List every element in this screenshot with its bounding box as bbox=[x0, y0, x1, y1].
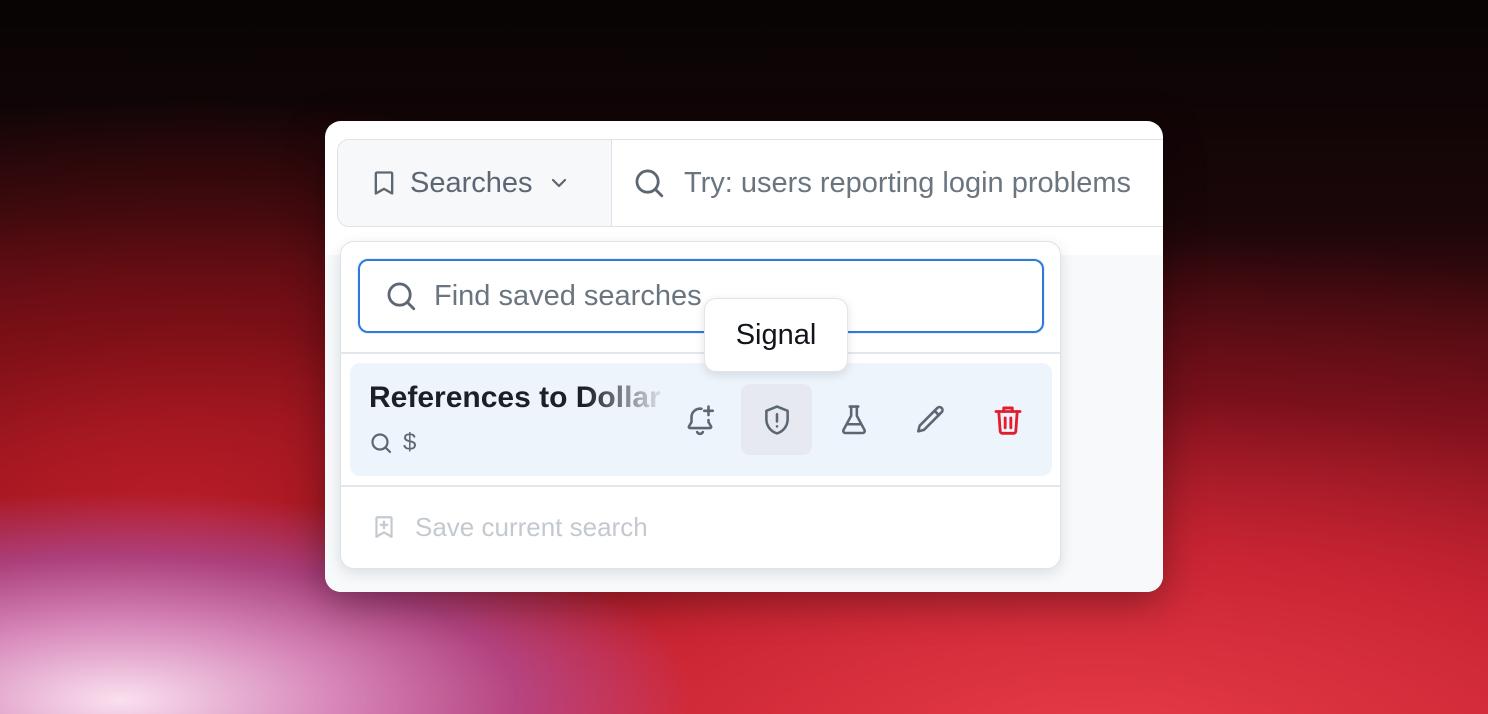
save-current-search-label: Save current search bbox=[415, 511, 648, 542]
search-icon bbox=[369, 431, 393, 455]
bell-plus-icon bbox=[683, 403, 717, 437]
bookmark-icon bbox=[370, 167, 398, 199]
chevron-down-icon bbox=[547, 171, 571, 195]
saved-searches-dropdown: References to Dollar $ bbox=[340, 241, 1061, 569]
main-search bbox=[612, 140, 1163, 226]
search-icon bbox=[632, 166, 666, 200]
main-search-input[interactable] bbox=[684, 166, 1163, 200]
saved-search-title: References to Dollar bbox=[369, 381, 661, 414]
search-icon bbox=[384, 279, 418, 313]
searches-label: Searches bbox=[410, 166, 533, 199]
create-signal-button[interactable] bbox=[741, 384, 812, 455]
divider bbox=[341, 485, 1060, 487]
edit-search-button[interactable] bbox=[895, 384, 966, 455]
test-search-button[interactable] bbox=[818, 384, 889, 455]
saved-search-query: $ bbox=[369, 429, 416, 457]
saved-search-query-text: $ bbox=[403, 429, 417, 456]
saved-search-actions bbox=[664, 384, 1049, 455]
bookmark-plus-icon bbox=[371, 511, 397, 543]
trash-icon bbox=[991, 403, 1025, 437]
signal-tooltip: Signal bbox=[704, 298, 848, 372]
saved-search-item[interactable]: References to Dollar $ bbox=[350, 363, 1052, 476]
pencil-icon bbox=[914, 403, 948, 437]
delete-search-button[interactable] bbox=[972, 384, 1043, 455]
divider bbox=[341, 352, 1060, 354]
search-bar: Searches bbox=[337, 139, 1163, 227]
flask-icon bbox=[837, 403, 871, 437]
searches-dropdown-button[interactable]: Searches bbox=[338, 140, 612, 226]
shield-alert-icon bbox=[760, 403, 794, 437]
create-alert-button[interactable] bbox=[664, 384, 735, 455]
save-current-search-button[interactable]: Save current search bbox=[371, 511, 648, 543]
find-saved-searches-field[interactable] bbox=[358, 259, 1044, 333]
